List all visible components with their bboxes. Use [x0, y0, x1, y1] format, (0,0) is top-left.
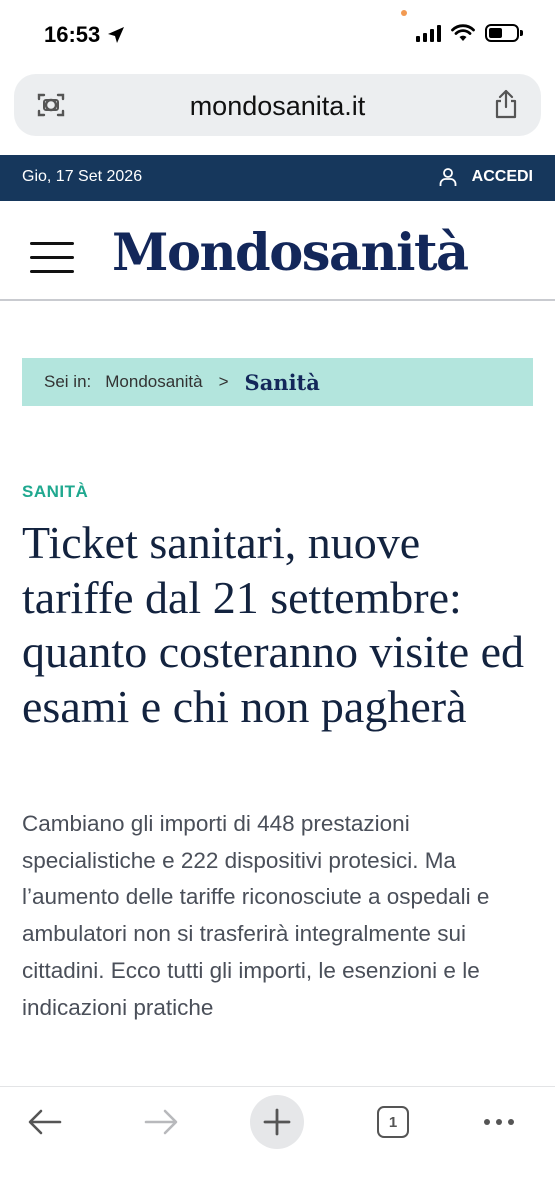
user-icon	[439, 168, 457, 186]
forward-arrow-icon	[144, 1109, 178, 1135]
breadcrumb-prefix: Sei in:	[44, 372, 92, 391]
more-button[interactable]	[474, 1099, 524, 1145]
breadcrumb-home-link[interactable]: Mondosanità	[105, 372, 202, 392]
url-text[interactable]: mondosanita.it	[14, 91, 541, 122]
back-button[interactable]	[20, 1099, 70, 1145]
article-category[interactable]: SANITÀ	[22, 482, 88, 502]
privacy-indicator	[401, 10, 407, 16]
status-icons	[416, 24, 523, 42]
login-button[interactable]: ACCEDI	[438, 167, 533, 187]
top-bar: Gio, 17 Set 2026 ACCEDI	[0, 155, 555, 201]
signal-icon	[416, 24, 441, 42]
new-tab-button[interactable]	[250, 1095, 304, 1149]
browser-toolbar: 1	[0, 1086, 555, 1200]
breadcrumb-separator: >	[218, 372, 229, 391]
forward-button[interactable]	[136, 1099, 186, 1145]
more-icon	[484, 1119, 514, 1125]
tabs-button[interactable]: 1	[368, 1099, 418, 1145]
tabs-icon: 1	[377, 1106, 409, 1138]
back-arrow-icon	[28, 1109, 62, 1135]
status-bar: 16:53	[0, 0, 555, 70]
battery-icon	[485, 24, 523, 42]
breadcrumb-current[interactable]: Sanità	[245, 370, 320, 395]
location-arrow-icon	[108, 27, 125, 43]
article-summary: Cambiano gli importi di 448 prestazioni …	[22, 811, 490, 1020]
login-label[interactable]: ACCEDI	[472, 168, 533, 186]
wifi-icon	[451, 24, 475, 41]
plus-icon	[263, 1108, 291, 1136]
clock-label: 16:53	[44, 22, 101, 47]
site-header: Mondosanità	[0, 201, 555, 301]
current-date: Gio, 17 Set 2026	[22, 168, 143, 185]
address-bar[interactable]: mondosanita.it	[14, 74, 541, 136]
share-icon[interactable]	[493, 89, 519, 119]
menu-icon[interactable]	[30, 239, 74, 275]
breadcrumb: Sei in: Mondosanità > Sanità	[22, 358, 533, 406]
site-logo[interactable]: Mondosanità	[112, 223, 469, 283]
article-headline: Ticket sanitari, nuove tariffe dal 21 se…	[22, 517, 525, 732]
status-time: 16:53	[44, 22, 126, 48]
